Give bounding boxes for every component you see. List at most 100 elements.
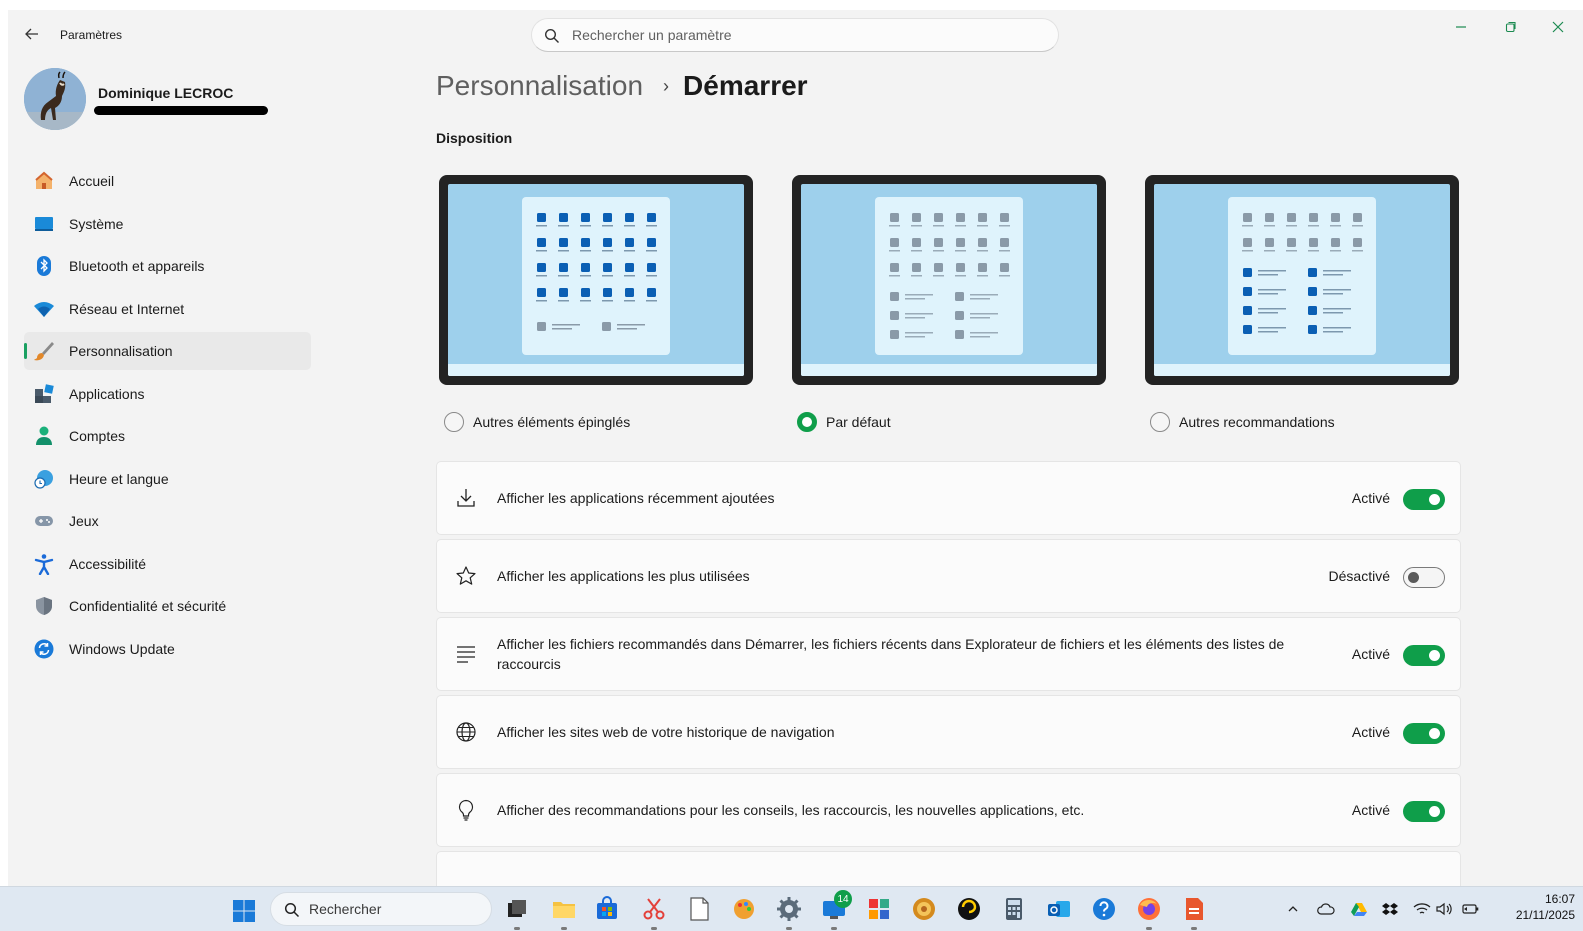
layout-screen [448, 184, 744, 376]
lightbulb-icon [458, 799, 474, 821]
home-icon [33, 170, 55, 192]
search-icon [544, 28, 559, 43]
windows-logo-icon [233, 900, 255, 922]
taskbar-search-label: Rechercher [309, 901, 382, 917]
bluetooth-icon [33, 255, 55, 277]
sidebar-item-confidentialite[interactable]: Confidentialité et sécurité [24, 587, 311, 625]
sidebar-item-windows-update[interactable]: Windows Update [24, 630, 311, 668]
swirl-app[interactable] [955, 895, 983, 923]
outlook-app[interactable] [1045, 895, 1073, 923]
toggle-switch[interactable] [1403, 723, 1445, 744]
task-view-app[interactable] [503, 895, 531, 930]
settings-window: Paramètres Dominique LECROC Accueil [8, 10, 1583, 886]
breadcrumb: Personnalisation › Démarrer [436, 70, 808, 102]
running-indicator [831, 927, 837, 930]
file-explorer-app[interactable] [550, 895, 578, 930]
back-button[interactable] [22, 24, 42, 44]
document-icon [690, 897, 709, 921]
calculator-app[interactable] [1000, 895, 1028, 923]
help-app[interactable] [1090, 895, 1118, 923]
radio-button[interactable] [1150, 412, 1170, 432]
layout-options: Autres éléments épinglés Par défaut Autr… [439, 175, 1459, 435]
toggle-switch[interactable] [1403, 801, 1445, 822]
minimize-button[interactable] [1448, 16, 1474, 38]
app-grid-app[interactable] [865, 895, 893, 923]
toggle-switch[interactable] [1403, 567, 1445, 588]
radio-button-checked[interactable] [797, 412, 817, 432]
setting-label: Afficher les sites web de votre historiq… [497, 724, 835, 740]
close-button[interactable] [1545, 16, 1571, 38]
taskbar-clock[interactable]: 16:07 21/11/2025 [1516, 891, 1575, 923]
clock-date: 21/11/2025 [1515, 908, 1575, 922]
chamois-photo [24, 68, 86, 130]
layout-screen [1154, 184, 1450, 376]
snipping-tool-app[interactable] [640, 895, 668, 930]
radio-label: Par défaut [826, 414, 891, 430]
layout-preview-default[interactable] [792, 175, 1106, 385]
running-indicator [786, 927, 792, 930]
breadcrumb-parent[interactable]: Personnalisation [436, 70, 643, 102]
running-indicator [651, 927, 657, 930]
store-app[interactable] [593, 895, 621, 923]
chevron-up-icon [1288, 906, 1298, 912]
clock-time: 16:07 [1544, 892, 1575, 906]
layout-preview-more-pins[interactable] [439, 175, 753, 385]
settings-search[interactable] [531, 18, 1059, 52]
sidebar-item-bluetooth[interactable]: Bluetooth et appareils [24, 247, 311, 285]
firefox-app[interactable] [1135, 895, 1163, 930]
wifi-icon [1413, 903, 1431, 914]
battery-tray[interactable] [1462, 900, 1480, 918]
sidebar-item-label: Réseau et Internet [69, 300, 185, 317]
shield-icon [33, 595, 55, 617]
search-input[interactable] [572, 19, 1042, 51]
radio-default[interactable]: Par défaut [797, 412, 891, 432]
sidebar-item-comptes[interactable]: Comptes [24, 417, 311, 455]
onedrive-tray[interactable] [1317, 900, 1335, 918]
swirl-icon [958, 898, 980, 920]
toggle-switch[interactable] [1403, 489, 1445, 510]
sidebar-item-label: Applications [69, 385, 145, 402]
page-title: Démarrer [683, 70, 808, 101]
office-app[interactable] [1180, 895, 1208, 930]
recommendations-grid-graphic [1242, 213, 1363, 334]
maximize-button[interactable] [1498, 16, 1524, 38]
sidebar-item-reseau[interactable]: Réseau et Internet [24, 290, 311, 328]
setting-browsing-history: Afficher les sites web de votre historiq… [436, 695, 1461, 769]
target-app[interactable] [910, 895, 938, 923]
notepad-app[interactable] [685, 895, 713, 923]
sidebar-item-systeme[interactable]: Système [24, 205, 311, 243]
wifi-tray[interactable] [1413, 900, 1431, 918]
toggle-state: Activé [1351, 646, 1390, 662]
speaker-icon [1436, 902, 1452, 916]
sidebar-item-jeux[interactable]: Jeux [24, 502, 311, 540]
user-name: Dominique LECROC [98, 85, 234, 101]
cloud-icon [1317, 903, 1335, 915]
taskbar-search[interactable]: Rechercher [270, 892, 492, 926]
sidebar-item-accessibilite[interactable]: Accessibilité [24, 545, 311, 583]
search-icon [284, 902, 300, 918]
layout-preview-more-recommendations[interactable] [1145, 175, 1459, 385]
start-menu-preview [522, 197, 670, 355]
sidebar-item-accueil[interactable]: Accueil [24, 162, 311, 200]
sidebar-item-heure[interactable]: Heure et langue [24, 460, 311, 498]
start-menu-preview [875, 197, 1023, 355]
volume-tray[interactable] [1436, 900, 1454, 918]
show-hidden-icons[interactable] [1284, 900, 1302, 918]
restore-icon [1505, 21, 1516, 33]
toggle-switch[interactable] [1403, 645, 1445, 666]
sidebar-item-applications[interactable]: Applications [24, 375, 311, 413]
radio-more-pins[interactable]: Autres éléments épinglés [444, 412, 630, 432]
dropbox-tray[interactable] [1381, 900, 1399, 918]
settings-app[interactable] [775, 895, 803, 930]
avatar[interactable] [24, 68, 86, 130]
start-button[interactable] [232, 899, 256, 923]
battery-plugged-icon [1462, 904, 1479, 914]
google-drive-tray[interactable] [1350, 900, 1368, 918]
paint-app[interactable] [730, 895, 758, 923]
radio-button[interactable] [444, 412, 464, 432]
radio-more-recommendations[interactable]: Autres recommandations [1150, 412, 1335, 432]
update-icon [33, 638, 55, 660]
sidebar-item-personnalisation[interactable]: Personnalisation [24, 332, 311, 370]
redacted-email [94, 106, 268, 115]
setting-recently-added-apps: Afficher les applications récemment ajou… [436, 461, 1461, 535]
